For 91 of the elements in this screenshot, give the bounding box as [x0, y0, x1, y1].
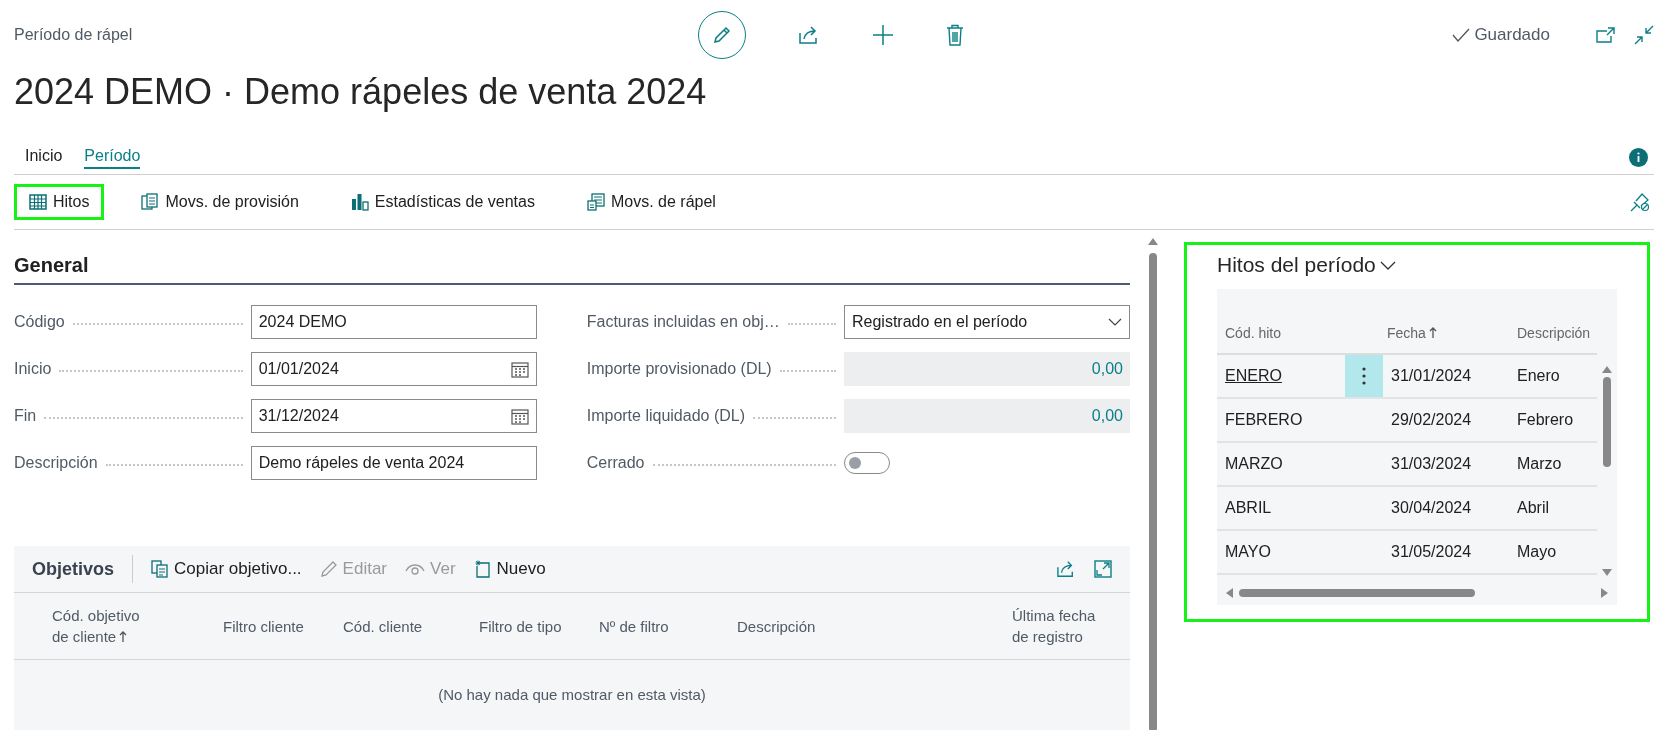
column-header[interactable]: Descripción	[1517, 325, 1597, 341]
field-label: Descripción	[14, 454, 98, 472]
action-button[interactable]: Movs. de provisión	[126, 184, 314, 220]
column-header[interactable]: Última fecha de registro	[1012, 605, 1112, 647]
chevron-down-icon	[1108, 318, 1122, 326]
document-list-icon	[586, 193, 605, 211]
share-icon[interactable]	[1056, 560, 1076, 578]
table-cell-text: 31/05/2024	[1390, 543, 1473, 561]
table-cell-text: 31/01/2024	[1390, 367, 1473, 385]
expand-icon[interactable]	[1094, 560, 1112, 578]
field-value: 31/12/2024	[258, 407, 339, 425]
table-cell-text: Febrero	[1517, 411, 1575, 429]
open-in-new-window-icon[interactable]	[1596, 27, 1616, 43]
action-button[interactable]: Hitos	[14, 184, 105, 220]
copy-icon	[151, 560, 170, 578]
delete-icon[interactable]	[946, 24, 964, 46]
column-header[interactable]: Filtro de tipo	[479, 615, 599, 637]
field-value: 01/01/2024	[258, 360, 339, 378]
info-icon[interactable]	[1629, 147, 1648, 167]
field-label: Cerrado	[586, 454, 645, 472]
field-label: Código	[14, 313, 65, 331]
field-label: Inicio	[14, 360, 52, 378]
share-icon[interactable]	[798, 25, 820, 45]
more-options-icon[interactable]	[1362, 367, 1366, 385]
action-button[interactable]: Estadísticas de ventas	[335, 184, 550, 220]
eye-icon	[405, 562, 426, 576]
scroll-right-icon[interactable]	[1601, 588, 1609, 598]
table-cell-text: 31/03/2024	[1390, 455, 1473, 473]
scroll-thumb[interactable]	[1239, 589, 1475, 597]
calendar-icon[interactable]	[510, 360, 529, 378]
date-field[interactable]: 01/01/2024	[250, 352, 537, 386]
scroll-thumb[interactable]	[1603, 377, 1611, 467]
scroll-left-icon[interactable]	[1225, 588, 1233, 598]
table-cell[interactable]: MAYO	[1217, 543, 1345, 561]
table-cell[interactable]: FEBRERO	[1217, 411, 1345, 429]
add-icon[interactable]	[872, 24, 894, 46]
empty-message: (No hay nada que mostrar en esta vista)	[437, 685, 707, 703]
collapse-icon[interactable]	[1634, 25, 1654, 45]
text-field[interactable]: 2024 DEMO	[250, 305, 537, 339]
chevron-down-icon[interactable]	[1379, 260, 1396, 270]
field-label: Importe liquidado (DL)	[586, 407, 745, 425]
page-type-label: Período de rápel	[14, 26, 134, 44]
table-cell-text: Abril	[1517, 499, 1550, 517]
table-cell[interactable]: ENERO	[1217, 367, 1345, 385]
unpin-icon[interactable]	[1630, 192, 1650, 212]
table-cell[interactable]: ABRIL	[1217, 499, 1345, 517]
check-icon	[1452, 28, 1471, 42]
section-heading: General	[14, 254, 1130, 285]
field-value: Registrado en el período	[852, 313, 1028, 331]
bar-chart-icon	[350, 193, 369, 211]
scroll-down-icon[interactable]	[1602, 569, 1612, 577]
tab[interactable]: Período	[84, 145, 141, 169]
date-field[interactable]: 31/12/2024	[250, 399, 537, 433]
document-stack-icon	[141, 193, 160, 211]
column-header[interactable]: Nº de filtro	[599, 615, 737, 637]
subpage-title: Objetivos	[32, 558, 115, 580]
table-cell-text: 30/04/2024	[1390, 499, 1473, 517]
page-title: 2024 DEMO · Demo rápeles de venta 2024	[14, 70, 708, 114]
table-cell-text: Mayo	[1517, 543, 1558, 561]
calendar-icon[interactable]	[510, 407, 529, 425]
table-cell-text: Enero	[1517, 367, 1561, 385]
toolbar-button[interactable]: Copiar objetivo...	[151, 559, 302, 579]
field-label: Fin	[14, 407, 37, 425]
scroll-thumb[interactable]	[1149, 253, 1157, 730]
column-header[interactable]: Fecha	[1387, 325, 1517, 341]
toolbar-button[interactable]: Nuevo	[473, 559, 546, 579]
column-header[interactable]: Filtro cliente	[223, 615, 343, 637]
table-icon	[29, 194, 47, 210]
pencil-icon	[319, 560, 338, 578]
action-button[interactable]: Movs. de rápel	[571, 184, 731, 220]
tab[interactable]: Inicio	[25, 145, 63, 169]
panel-title: Hitos del período	[1217, 253, 1376, 277]
amount-field: 0,00	[844, 399, 1130, 433]
amount-field: 0,00	[844, 352, 1130, 386]
field-label: Importe provisionado (DL)	[586, 360, 772, 378]
toggle-switch[interactable]	[844, 452, 890, 474]
dropdown-field[interactable]: Registrado en el período	[844, 305, 1130, 339]
column-header[interactable]: Descripción	[737, 615, 1012, 637]
scroll-up-icon[interactable]	[1148, 238, 1158, 245]
table-cell[interactable]: MARZO	[1217, 455, 1345, 473]
table-cell-text: Marzo	[1517, 455, 1563, 473]
column-header[interactable]: Cód. cliente	[343, 615, 479, 637]
column-header[interactable]: Cód. hito	[1217, 325, 1387, 341]
scroll-up-icon[interactable]	[1602, 365, 1612, 373]
table-cell-text: 29/02/2024	[1390, 411, 1473, 429]
column-header[interactable]: Cód. objetivo de cliente	[52, 605, 152, 647]
field-label: Facturas incluidas en obj…	[586, 313, 780, 331]
pencil-icon	[712, 25, 732, 45]
text-field[interactable]: Demo rápeles de venta 2024	[250, 446, 537, 480]
new-document-icon	[473, 560, 492, 578]
saved-status: Guardado	[1474, 25, 1550, 45]
